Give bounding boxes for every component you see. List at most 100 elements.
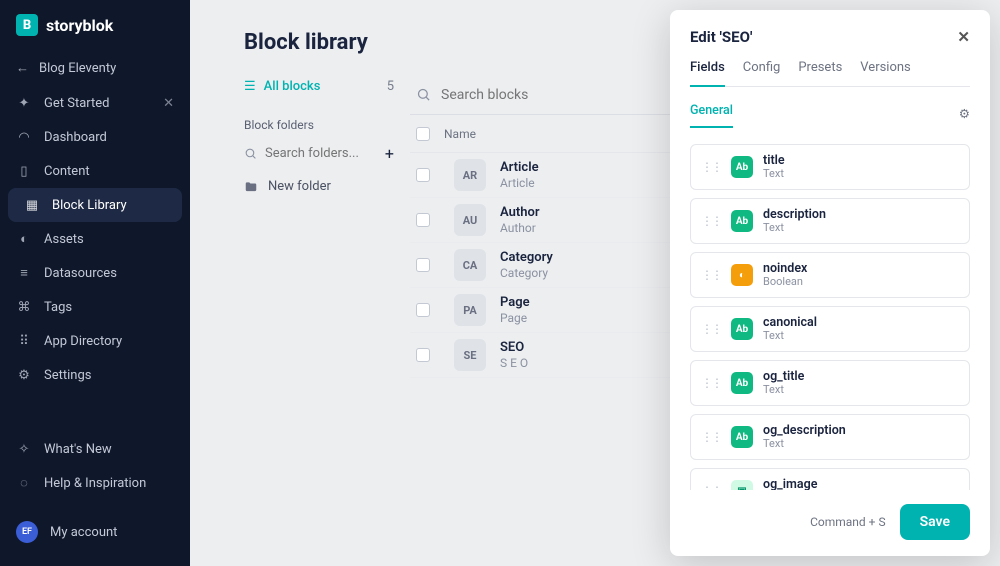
close-panel-button[interactable]: ✕: [957, 28, 970, 46]
sidebar-item-dashboard[interactable]: ◠ Dashboard: [0, 120, 190, 154]
drag-handle-icon[interactable]: ⋮⋮: [701, 214, 721, 228]
row-checkbox[interactable]: [416, 258, 430, 272]
block-technical-name: Article: [500, 176, 539, 190]
field-type-icon: Ab: [731, 210, 753, 232]
field-name: og_title: [763, 370, 804, 384]
sidebar-item-help[interactable]: ◌ Help & Inspiration: [0, 466, 190, 500]
tab-presets[interactable]: Presets: [798, 60, 842, 86]
field-name: canonical: [763, 316, 817, 330]
breadcrumb[interactable]: ← Blog Eleventy: [0, 50, 190, 86]
block-avatar: AU: [454, 204, 486, 236]
sidebar-item-label: Datasources: [44, 266, 117, 281]
drag-handle-icon[interactable]: ⋮⋮: [701, 430, 721, 444]
field-type-label: Text: [763, 168, 785, 180]
field-type-icon: ▣: [731, 480, 753, 490]
drag-handle-icon[interactable]: ⋮⋮: [701, 268, 721, 282]
tab-config[interactable]: Config: [743, 60, 781, 86]
block-name: Page: [500, 295, 530, 311]
block-technical-name: S E O: [500, 356, 528, 370]
folder-label: New folder: [268, 179, 331, 194]
sidebar-item-label: Dashboard: [44, 130, 107, 145]
field-type-icon: Ab: [731, 372, 753, 394]
block-name: Author: [500, 205, 540, 221]
add-folder-button[interactable]: +: [385, 144, 394, 163]
folder-item[interactable]: New folder: [244, 171, 394, 202]
folders-section-label: Block folders: [244, 118, 394, 132]
block-avatar: PA: [454, 294, 486, 326]
name-column-header: Name: [444, 127, 476, 141]
brand-logo-mark: B: [16, 14, 38, 36]
row-checkbox[interactable]: [416, 213, 430, 227]
asset-icon: ◐: [16, 231, 32, 247]
panel-tabs: Fields Config Presets Versions: [690, 60, 970, 87]
tag-icon: ⌘: [16, 299, 32, 315]
field-type-icon: Ab: [731, 318, 753, 340]
row-checkbox[interactable]: [416, 168, 430, 182]
field-row[interactable]: ⋮⋮ Ab title Text: [690, 144, 970, 190]
sidebar-item-label: Tags: [44, 300, 72, 315]
blocks-icon: ▦: [24, 197, 40, 213]
sidebar-item-whats-new[interactable]: ✧ What's New: [0, 432, 190, 466]
field-type-label: Text: [763, 384, 804, 396]
folder-search-input[interactable]: [265, 146, 377, 161]
field-row[interactable]: ⋮⋮ Ab description Text: [690, 198, 970, 244]
row-checkbox[interactable]: [416, 303, 430, 317]
subtab-general[interactable]: General: [690, 99, 733, 128]
sidebar-item-tags[interactable]: ⌘ Tags: [0, 290, 190, 324]
all-blocks-filter[interactable]: ☰ All blocks 5: [244, 75, 394, 98]
field-row[interactable]: ⋮⋮ Ab og_description Text: [690, 414, 970, 460]
data-icon: ≡: [16, 265, 32, 281]
drag-handle-icon[interactable]: ⋮⋮: [701, 376, 721, 390]
apps-icon: ⠿: [16, 333, 32, 349]
sidebar-item-block-library[interactable]: ▦ Block Library: [8, 188, 182, 222]
tab-fields[interactable]: Fields: [690, 60, 725, 87]
sidebar-item-datasources[interactable]: ≡ Datasources: [0, 256, 190, 290]
sidebar-item-get-started[interactable]: ✦ Get Started ✕: [0, 86, 190, 120]
sidebar-item-settings[interactable]: ⚙ Settings: [0, 358, 190, 392]
row-checkbox[interactable]: [416, 348, 430, 362]
rocket-icon: ✦: [16, 95, 32, 111]
field-name: og_image: [763, 478, 817, 490]
gauge-icon: ◠: [16, 129, 32, 145]
field-row[interactable]: ⋮⋮ Ab canonical Text: [690, 306, 970, 352]
block-technical-name: Category: [500, 266, 553, 280]
field-row[interactable]: ⋮⋮ Ab og_title Text: [690, 360, 970, 406]
field-name: og_description: [763, 424, 846, 438]
list-icon: ☰: [244, 79, 256, 94]
drag-handle-icon[interactable]: ⋮⋮: [701, 322, 721, 336]
block-technical-name: Page: [500, 311, 530, 325]
block-avatar: CA: [454, 249, 486, 281]
block-technical-name: Author: [500, 221, 540, 235]
block-name: Category: [500, 250, 553, 266]
breadcrumb-label: Blog Eleventy: [39, 61, 116, 76]
field-row[interactable]: ⋮⋮ ◐ noindex Boolean: [690, 252, 970, 298]
sidebar-item-account[interactable]: EF My account: [0, 512, 190, 552]
brand-logo[interactable]: B storyblok: [0, 14, 190, 50]
panel-title: Edit 'SEO': [690, 28, 752, 46]
sidebar-item-label: Get Started: [44, 96, 109, 111]
section-settings-button[interactable]: ⚙: [959, 106, 970, 122]
sidebar-item-content[interactable]: ▯ Content: [0, 154, 190, 188]
close-icon[interactable]: ✕: [163, 96, 174, 111]
sidebar-item-assets[interactable]: ◐ Assets: [0, 222, 190, 256]
block-name: Article: [500, 160, 539, 176]
field-row[interactable]: ⋮⋮ ▣ og_image Asset: [690, 468, 970, 490]
sidebar-item-label: Settings: [44, 368, 91, 383]
select-all-checkbox[interactable]: [416, 127, 430, 141]
tab-versions[interactable]: Versions: [860, 60, 910, 86]
field-type-label: Text: [763, 438, 846, 450]
block-avatar: AR: [454, 159, 486, 191]
save-shortcut-hint: Command + S: [810, 515, 886, 529]
sidebar-item-app-directory[interactable]: ⠿ App Directory: [0, 324, 190, 358]
field-type-icon: Ab: [731, 426, 753, 448]
drag-handle-icon[interactable]: ⋮⋮: [701, 160, 721, 174]
all-blocks-label: All blocks: [264, 79, 321, 94]
sidebar-item-label: Help & Inspiration: [44, 476, 146, 491]
spark-icon: ✧: [16, 441, 32, 457]
folder-search-row: +: [244, 140, 394, 167]
field-type-icon: Ab: [731, 156, 753, 178]
search-icon: [416, 87, 431, 102]
sidebar-item-label: Content: [44, 164, 90, 179]
block-avatar: SE: [454, 339, 486, 371]
save-button[interactable]: Save: [900, 504, 970, 540]
